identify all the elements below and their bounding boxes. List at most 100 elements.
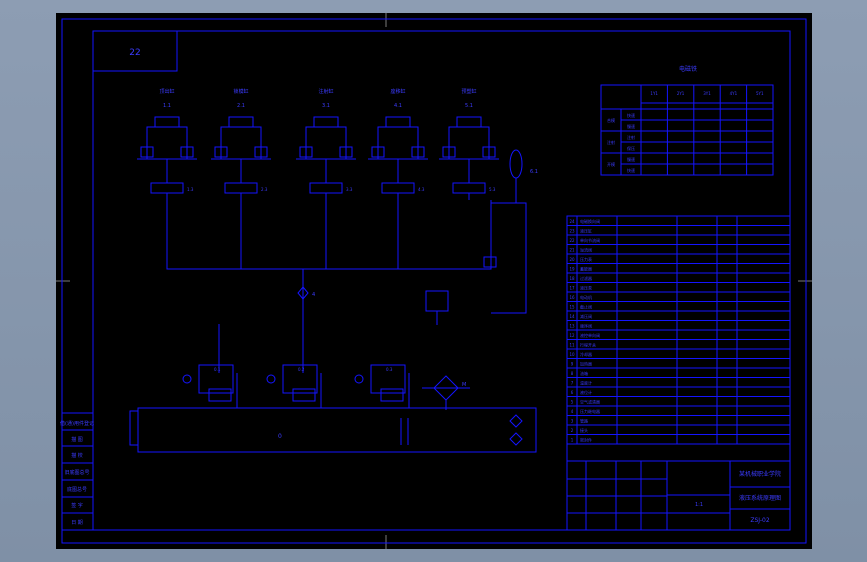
parts-list-item: 液压泵 — [580, 285, 592, 291]
left-registration-column: 借(通)用件登记 描 图 描 校 旧底图总号 底图总号 签 字 日 期 — [60, 412, 94, 531]
parts-list-index: 18 — [569, 276, 575, 281]
parts-list-index: 4 — [571, 409, 574, 414]
parts-list-index: 22 — [569, 238, 575, 243]
table-group-label: 注射 — [607, 139, 615, 145]
actuator-label: 顶出缸 — [159, 88, 174, 95]
parts-list-item: 电磁换向阀 — [580, 218, 600, 224]
parts-list-index: 20 — [569, 257, 575, 262]
inner-border — [92, 30, 791, 531]
left-label-3: 旧底图总号 — [64, 469, 89, 476]
parts-list-index: 16 — [569, 295, 575, 300]
table-row-label: 快速 — [627, 112, 635, 118]
hydraulic-schematic: 22 借(通)用件登记 描 图 描 校 旧底图总号 底图总号 签 字 日 期 顶… — [56, 13, 812, 549]
actuator-3: 注射缸 3.1 3.3 — [296, 88, 356, 200]
title-block: 某机械职业学院 液压系统原理图 ZSJ-02 1:1 — [566, 443, 791, 531]
actuator-tag: 1.1 — [163, 103, 171, 109]
parts-list-item: 加热器 — [580, 361, 592, 367]
valve-tag: 4.3 — [418, 187, 425, 192]
parts-list-index: 21 — [569, 248, 575, 253]
oil-tank — [137, 407, 537, 453]
parts-list-item: 过滤器 — [580, 275, 592, 281]
parts-list-index: 11 — [569, 343, 575, 348]
actuator-tag: 4.1 — [394, 103, 402, 109]
table-col-header: 1Y1 — [650, 91, 658, 96]
parts-list-item: 溢流阀 — [580, 247, 592, 253]
table-col-header: 3Y1 — [703, 91, 711, 96]
actuator-5: 预塑缸 5.1 5.3 — [439, 88, 499, 200]
parts-list-item: 空气滤清器 — [580, 399, 600, 405]
parts-list-item: 液压缸 — [580, 228, 592, 234]
parts-list-index: 13 — [569, 324, 575, 329]
actuator-2: 锁模缸 2.1 2.3 — [211, 88, 271, 200]
actuator-label: 锁模缸 — [233, 88, 248, 95]
table-row-label: 注射 — [627, 134, 635, 140]
parts-list-index: 10 — [569, 352, 575, 357]
parts-list-index: 23 — [569, 229, 575, 234]
parts-list-item: 截止阀 — [580, 304, 592, 310]
parts-list-index: 14 — [569, 314, 575, 319]
actuator-label: 预塑缸 — [461, 88, 476, 95]
parts-list-index: 6 — [571, 390, 574, 395]
parts-list-item: 电动机 — [580, 294, 592, 300]
parts-list-item: 行程开关 — [580, 342, 596, 348]
code-box-text: 22 — [129, 48, 140, 58]
table-title: 电磁铁 — [679, 65, 697, 73]
actuator-label: 座移缸 — [390, 88, 405, 95]
actuator-tag: 5.1 — [465, 103, 473, 109]
return-bus — [166, 200, 492, 270]
table-col-header: 5Y1 — [756, 91, 764, 96]
drawing-name: 液压系统原理图 — [739, 494, 781, 502]
drawing-sheet: 22 借(通)用件登记 描 图 描 校 旧底图总号 底图总号 签 字 日 期 顶… — [56, 13, 812, 549]
pump-unit-1: 0.1 — [182, 364, 238, 408]
parts-list-item: 减压阀 — [580, 313, 592, 319]
parts-list-index: 5 — [571, 400, 574, 405]
left-label-6: 日 期 — [71, 520, 83, 526]
parts-list-item: 密封件 — [580, 437, 592, 443]
left-label-1: 描 图 — [71, 436, 83, 443]
table-group-label: 合模 — [607, 117, 615, 123]
pump-unit-3: 0.3 — [354, 364, 410, 408]
table-row-label: 慢速 — [627, 156, 635, 162]
parts-list: 24 电磁换向阀23 液压缸22 单向节流阀21 溢流阀20 压力表19 蓄能器18 过滤器1… — [566, 215, 791, 445]
parts-list-index: 9 — [571, 362, 574, 367]
pump-tag: 0.2 — [298, 367, 305, 372]
parts-list-index: 19 — [569, 267, 575, 272]
left-label-5: 签 字 — [71, 502, 83, 509]
parts-list-index: 24 — [569, 219, 575, 224]
pump-tag: 0.1 — [214, 367, 221, 372]
parts-list-index: 2 — [571, 428, 574, 433]
gauge-tag: 4 — [312, 292, 315, 298]
tank-tag: 0 — [278, 433, 282, 440]
parts-list-index: 1 — [571, 438, 574, 443]
tank-heater — [509, 414, 523, 446]
table-group-label: 开模 — [607, 161, 615, 167]
table-row-label: 快速 — [627, 167, 635, 173]
pump-unit-2: 0.2 — [266, 364, 322, 408]
drawing-number: ZSJ-02 — [750, 517, 769, 524]
valve-tag: 1.3 — [187, 187, 194, 192]
school-name: 某机械职业学院 — [739, 470, 781, 478]
motor-tag: M — [462, 382, 466, 388]
pump-row: 0.1 0.2 0.3 — [182, 364, 410, 408]
parts-list-index: 3 — [571, 419, 574, 424]
cad-viewport[interactable]: 22 借(通)用件登记 描 图 描 校 旧底图总号 底图总号 签 字 日 期 顶… — [0, 0, 867, 562]
parts-list-item: 蓄能器 — [580, 266, 592, 272]
parts-list-index: 8 — [571, 371, 574, 376]
actuator-tag: 3.1 — [322, 103, 330, 109]
parts-list-item: 压力继电器 — [580, 408, 600, 414]
drawing-scale: 1:1 — [695, 502, 703, 508]
table-row-label: 保压 — [627, 145, 635, 151]
left-label-2: 描 校 — [71, 452, 83, 459]
table-col-header: 2Y1 — [677, 91, 685, 96]
parts-list-index: 17 — [569, 286, 575, 291]
actuator-label: 注射缸 — [318, 88, 333, 95]
actuator-1: 顶出缸 1.1 1.3 — [137, 88, 197, 200]
left-label-0: 借(通)用件登记 — [60, 420, 94, 427]
parts-list-item: 管路 — [580, 418, 588, 424]
parts-list-item: 液控单向阀 — [580, 332, 600, 338]
parts-list-item: 接头 — [580, 427, 588, 433]
relief-valve-top — [425, 290, 449, 325]
outer-border — [61, 18, 807, 544]
parts-list-index: 15 — [569, 305, 575, 310]
parts-list-item: 冷却器 — [580, 351, 592, 357]
